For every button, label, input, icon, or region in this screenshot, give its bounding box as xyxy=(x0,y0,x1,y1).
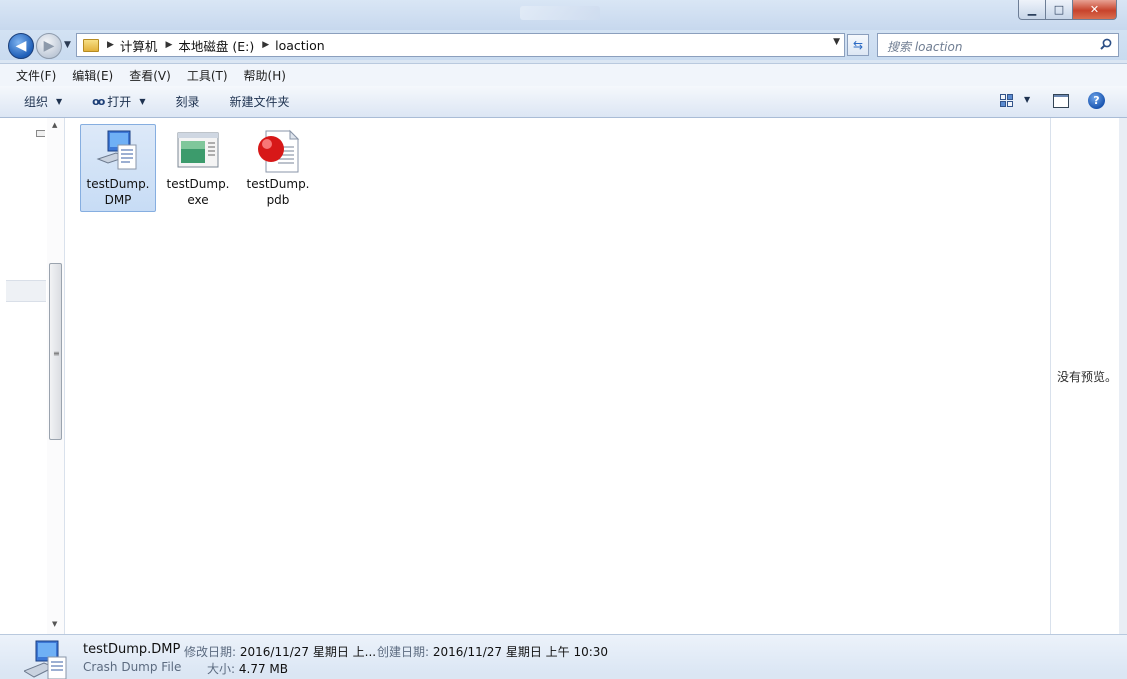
breadcrumb-folder[interactable]: loaction xyxy=(275,38,325,53)
address-bar[interactable]: ▶ 计算机 ▶ 本地磁盘 (E:) ▶ loaction ▼ xyxy=(76,33,845,57)
address-row: ◀ ▶ ▼ ▶ 计算机 ▶ 本地磁盘 (E:) ▶ loaction ▼ ⇆ 搜… xyxy=(0,30,1127,60)
organize-button[interactable]: 组织 ▼ xyxy=(24,93,62,110)
menu-edit[interactable]: 编辑(E) xyxy=(64,67,121,84)
minimize-button[interactable]: ▁ xyxy=(1018,0,1046,20)
scroll-down-icon[interactable]: ▼ xyxy=(52,620,57,628)
view-dropdown-icon[interactable]: ▼ xyxy=(1024,95,1030,104)
title-bar: ▁ □ ✕ xyxy=(0,0,1127,30)
exe-file-icon xyxy=(177,132,219,168)
file-item-exe[interactable]: testDump. exe xyxy=(160,124,236,212)
navigation-pane[interactable]: ▲ ≡ ▼ xyxy=(0,118,65,634)
details-pane: testDump.DMP Crash Dump File 修改日期: 2016/… xyxy=(0,634,1127,679)
scroll-up-icon[interactable]: ▲ xyxy=(52,121,57,129)
help-icon[interactable]: ? xyxy=(1088,92,1105,109)
size-label: 大小: xyxy=(207,662,236,676)
open-with-icon: oo xyxy=(92,95,105,108)
pdb-file-icon xyxy=(258,129,300,173)
nav-selected-item[interactable] xyxy=(6,280,46,302)
forward-button[interactable]: ▶ xyxy=(36,33,62,59)
open-button[interactable]: oo 打开 ▼ xyxy=(92,93,145,110)
new-folder-label: 新建文件夹 xyxy=(229,95,290,109)
chevron-down-icon: ▼ xyxy=(56,97,63,106)
file-list[interactable]: testDump. DMP testDump. exe testDump. pd… xyxy=(65,118,1050,634)
search-input[interactable]: 搜索 loaction xyxy=(877,33,1119,57)
file-item-dmp[interactable]: testDump. DMP xyxy=(80,124,156,212)
change-view-icon[interactable] xyxy=(1000,94,1013,107)
details-size: 大小: 4.77 MB xyxy=(207,660,288,677)
close-button[interactable]: ✕ xyxy=(1073,0,1117,20)
details-modified: 修改日期: 2016/11/27 星期日 上... xyxy=(184,643,376,660)
size-value: 4.77 MB xyxy=(238,662,288,676)
dump-file-icon xyxy=(96,130,137,170)
back-arrow-icon: ◀ xyxy=(15,38,27,54)
open-label: 打开 xyxy=(107,95,132,109)
file-name: testDump. DMP xyxy=(86,177,150,207)
nav-scrollbar[interactable]: ▲ ≡ ▼ xyxy=(47,118,64,634)
recent-pages-dropdown[interactable]: ▼ xyxy=(64,40,71,50)
breadcrumb-separator-icon[interactable]: ▶ xyxy=(107,40,114,50)
new-folder-button[interactable]: 新建文件夹 xyxy=(229,93,289,110)
created-value: 2016/11/27 星期日 上午 10:30 xyxy=(432,645,609,659)
created-label: 创建日期: xyxy=(377,645,430,659)
modified-value: 2016/11/27 星期日 上... xyxy=(239,645,377,659)
file-item-pdb[interactable]: testDump. pdb xyxy=(240,124,316,212)
details-file-type: Crash Dump File xyxy=(83,660,182,674)
no-preview-text: 没有预览。 xyxy=(1057,370,1118,384)
back-button[interactable]: ◀ xyxy=(8,33,34,59)
breadcrumb-drive[interactable]: 本地磁盘 (E:) xyxy=(178,36,254,55)
dump-file-icon xyxy=(24,640,67,679)
menu-help[interactable]: 帮助(H) xyxy=(236,67,294,84)
preview-pane: 没有预览。 xyxy=(1050,118,1120,634)
file-name: testDump. pdb xyxy=(246,177,310,207)
title-ghost xyxy=(520,6,600,20)
address-dropdown-icon[interactable]: ▼ xyxy=(833,37,840,47)
breadcrumb-separator-icon[interactable]: ▶ xyxy=(165,40,172,50)
maximize-button[interactable]: □ xyxy=(1046,0,1073,20)
file-name: testDump. exe xyxy=(166,177,230,207)
menu-tools[interactable]: 工具(T) xyxy=(179,67,236,84)
organize-label: 组织 xyxy=(24,95,49,109)
burn-label: 刻录 xyxy=(175,95,200,109)
burn-button[interactable]: 刻录 xyxy=(175,93,199,110)
details-created: 创建日期: 2016/11/27 星期日 上午 10:30 xyxy=(377,643,608,660)
details-file-name: testDump.DMP xyxy=(83,642,181,657)
breadcrumb-separator-icon[interactable]: ▶ xyxy=(262,40,269,50)
scroll-thumb[interactable]: ≡ xyxy=(49,263,62,440)
chevron-down-icon: ▼ xyxy=(139,97,146,106)
search-icon[interactable] xyxy=(1100,38,1112,50)
refresh-button[interactable]: ⇆ xyxy=(847,34,869,56)
menu-file[interactable]: 文件(F) xyxy=(0,67,64,84)
command-bar: 组织 ▼ oo 打开 ▼ 刻录 新建文件夹 ▼ ? xyxy=(0,86,1127,118)
menu-bar: 文件(F) 编辑(E) 查看(V) 工具(T) 帮助(H) xyxy=(0,63,1127,87)
menu-view[interactable]: 查看(V) xyxy=(121,67,179,84)
search-placeholder: 搜索 loaction xyxy=(887,40,963,54)
modified-label: 修改日期: xyxy=(184,645,237,659)
window-right-border xyxy=(1119,118,1127,634)
folder-icon xyxy=(83,38,99,52)
scroll-grip-icon: ≡ xyxy=(53,349,60,358)
forward-arrow-icon: ▶ xyxy=(43,38,55,54)
refresh-icon: ⇆ xyxy=(852,38,864,52)
window-controls: ▁ □ ✕ xyxy=(1018,0,1117,20)
collapsed-tree-node[interactable] xyxy=(36,130,45,137)
breadcrumb-computer[interactable]: 计算机 xyxy=(120,36,158,55)
preview-pane-icon[interactable] xyxy=(1053,94,1069,108)
